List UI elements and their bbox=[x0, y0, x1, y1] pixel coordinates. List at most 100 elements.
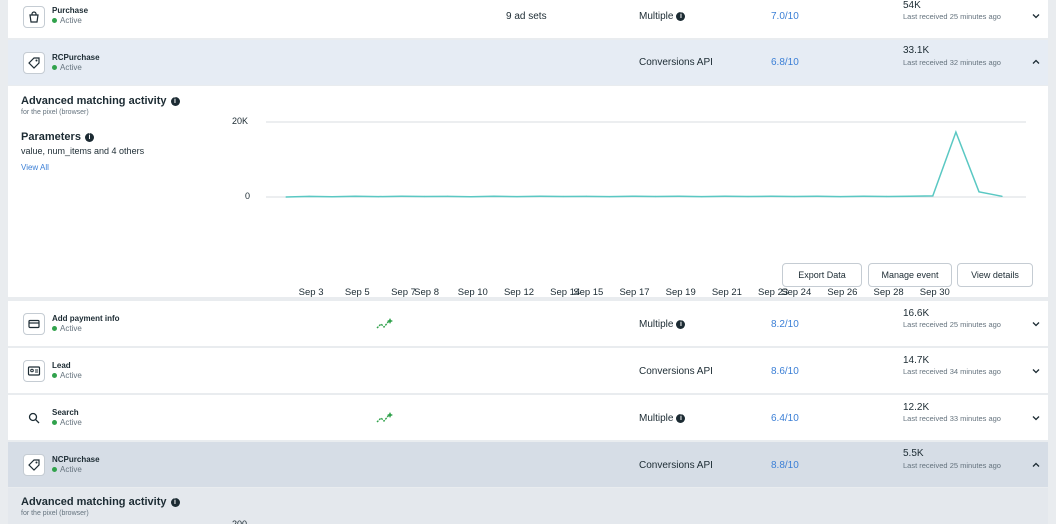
data-point bbox=[701, 196, 703, 198]
event-name: Purchase bbox=[52, 6, 89, 15]
x-tick-label: Sep 7 bbox=[391, 287, 416, 298]
info-icon[interactable]: i bbox=[170, 96, 180, 106]
tag-icon bbox=[23, 454, 45, 476]
x-tick-label: Sep 3 bbox=[298, 287, 324, 298]
match-quality-score[interactable]: 7.0/10 bbox=[771, 11, 799, 22]
info-icon[interactable]: i bbox=[676, 414, 686, 423]
data-point bbox=[793, 195, 795, 198]
view-all-link[interactable]: View All bbox=[21, 163, 49, 172]
info-icon[interactable]: i bbox=[84, 132, 94, 142]
data-point bbox=[886, 195, 888, 198]
event-status: Active bbox=[52, 465, 82, 474]
event-count: 33.1K bbox=[903, 45, 930, 56]
match-quality-score[interactable]: 8.2/10 bbox=[771, 319, 799, 330]
active-dot bbox=[52, 420, 57, 425]
active-dot bbox=[52, 65, 57, 70]
data-point bbox=[770, 195, 772, 197]
match-quality-score[interactable]: 6.4/10 bbox=[771, 413, 799, 424]
integration-source: Conversions API bbox=[639, 366, 713, 377]
event-status: Active bbox=[52, 16, 82, 25]
data-point bbox=[331, 196, 333, 198]
advanced-matching-subtitle: for the pixel (browser) bbox=[21, 109, 89, 116]
expanded-panel: Advanced matching activity i for the pixe… bbox=[8, 86, 1048, 298]
info-icon[interactable]: i bbox=[676, 12, 686, 21]
x-tick-label: Sep 5 bbox=[344, 287, 370, 298]
match-quality-score[interactable]: 6.8/10 bbox=[771, 57, 799, 68]
y-tick-label: 20K bbox=[232, 116, 249, 126]
data-point bbox=[354, 195, 356, 197]
export-data-button[interactable]: Export Data bbox=[782, 263, 862, 287]
x-tick-label: Sep 30 bbox=[919, 287, 950, 298]
parameters-list: value, num_items and 4 others bbox=[21, 146, 145, 156]
last-received: Last received 33 minutes ago bbox=[903, 414, 1001, 423]
event-row-ncpurchase[interactable]: NCPurchase Active Conversions API 8.8/10… bbox=[8, 442, 1048, 487]
event-row-add-payment-info[interactable]: Add payment info Active Multiple i 8.2/10… bbox=[8, 301, 1048, 346]
chevron-down-icon[interactable] bbox=[1030, 10, 1042, 22]
sparkle-trend-icon bbox=[376, 318, 393, 329]
active-dot bbox=[52, 467, 57, 472]
event-count: 54K bbox=[903, 0, 921, 11]
event-name: RCPurchase bbox=[52, 53, 100, 62]
y-tick-label: 0 bbox=[245, 191, 251, 201]
event-name: Lead bbox=[52, 361, 71, 370]
event-status: Active bbox=[52, 63, 82, 72]
data-point bbox=[724, 195, 726, 197]
chevron-down-icon[interactable] bbox=[1030, 412, 1042, 424]
advanced-matching-title: Advanced matching activity i bbox=[21, 496, 180, 508]
x-tick-label: Sep 24 bbox=[781, 287, 812, 298]
event-count: 16.6K bbox=[903, 308, 930, 319]
search-icon bbox=[23, 407, 45, 429]
data-point bbox=[285, 196, 287, 198]
tag-icon bbox=[23, 52, 45, 74]
advanced-matching-title: Advanced matching activity i bbox=[21, 95, 180, 107]
match-quality-score[interactable]: 8.6/10 bbox=[771, 366, 799, 377]
data-point bbox=[747, 195, 749, 198]
data-point bbox=[493, 195, 495, 197]
last-received: Last received 32 minutes ago bbox=[903, 58, 1001, 67]
data-point bbox=[377, 196, 379, 198]
last-received: Last received 25 minutes ago bbox=[903, 461, 1001, 470]
parameters-title: Parameters i bbox=[21, 131, 94, 143]
manage-event-button[interactable]: Manage event bbox=[868, 263, 952, 287]
chevron-down-icon[interactable] bbox=[1030, 318, 1042, 330]
event-row-purchase[interactable]: Purchase Active 9 ad sets Multiple i 7.0/… bbox=[8, 0, 1048, 38]
data-point bbox=[308, 195, 310, 197]
data-point bbox=[608, 196, 611, 198]
x-tick-label: Sep 12 bbox=[503, 287, 535, 298]
data-point bbox=[516, 196, 518, 198]
data-point bbox=[678, 195, 680, 197]
info-icon[interactable]: i bbox=[170, 497, 180, 507]
x-tick-label: Sep 19 bbox=[665, 287, 696, 298]
credit-card-icon bbox=[23, 313, 45, 335]
active-dot bbox=[52, 18, 57, 23]
match-quality-score[interactable]: 8.8/10 bbox=[771, 460, 799, 471]
advanced-matching-subtitle: for the pixel (browser) bbox=[21, 510, 89, 517]
event-count: 12.2K bbox=[903, 402, 930, 413]
data-point bbox=[655, 195, 657, 198]
data-point bbox=[585, 195, 587, 197]
event-row-lead[interactable]: Lead Active Conversions API 8.6/10 14.7K… bbox=[8, 348, 1048, 393]
data-point bbox=[816, 195, 818, 197]
event-name: Search bbox=[52, 408, 79, 417]
last-received: Last received 34 minutes ago bbox=[903, 367, 1001, 376]
event-row-rcpurchase[interactable]: RCPurchase Active Conversions API 6.8/10… bbox=[8, 40, 1048, 85]
event-row-search[interactable]: Search Active Multiple i 6.4/10 12.2K Las… bbox=[8, 395, 1048, 440]
chevron-up-icon[interactable] bbox=[1030, 56, 1042, 68]
sparkle-trend-icon bbox=[376, 412, 393, 423]
data-point bbox=[447, 195, 449, 197]
active-dot bbox=[52, 326, 57, 331]
data-point bbox=[400, 195, 403, 197]
data-point bbox=[631, 195, 634, 197]
last-received: Last received 25 minutes ago bbox=[903, 320, 1001, 329]
chevron-up-icon[interactable] bbox=[1030, 459, 1042, 471]
last-received: Last received 25 minutes ago bbox=[903, 12, 1001, 21]
chevron-down-icon[interactable] bbox=[1030, 365, 1042, 377]
active-dot bbox=[52, 373, 57, 378]
id-card-icon bbox=[23, 360, 45, 382]
x-tick-label: Sep 26 bbox=[827, 287, 858, 298]
view-details-button[interactable]: View details bbox=[957, 263, 1033, 287]
expanded-panel-2: Advanced matching activity i for the pixe… bbox=[8, 488, 1048, 524]
x-tick-label: Sep 10 bbox=[457, 287, 488, 298]
info-icon[interactable]: i bbox=[676, 320, 686, 329]
series-line bbox=[285, 129, 1003, 198]
